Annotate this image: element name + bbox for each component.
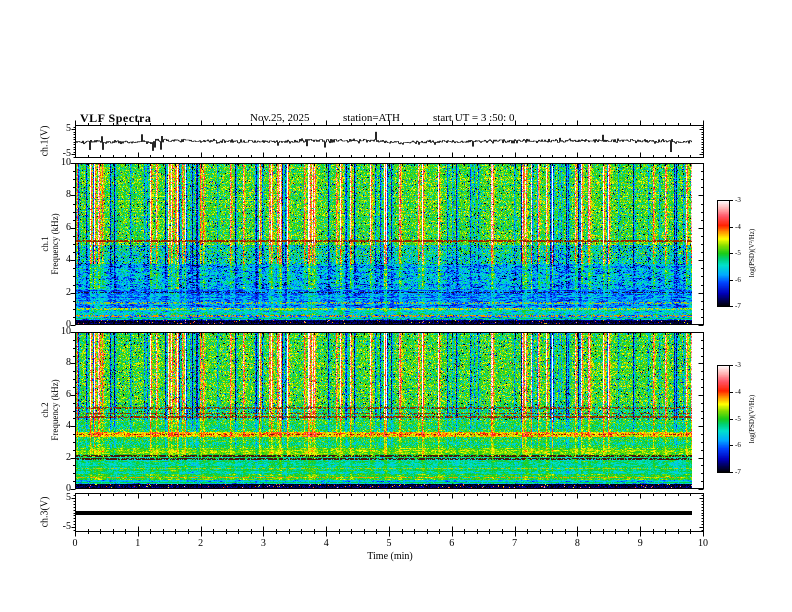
time-tick-label: 5 [386,538,392,549]
ch2-spec-frequency-label: Frequency (kHz) [50,379,60,441]
time-tick-label: 2 [198,538,204,549]
ch1-waveform-canvas [76,126,703,157]
colorbar2-tick-label: -5 [735,414,741,423]
ch3-waveform-canvas [76,494,692,531]
colorbar1-tick-label: -7 [735,302,741,310]
ch2-freq-tick-label: 0 [66,483,71,494]
colorbar2-tick-label: -3 [735,361,741,369]
time-tick-label: 8 [574,538,580,549]
colorbar1-tick-label: -5 [735,249,741,257]
ch1-wave-axis-label: ch.1(V) [39,125,51,157]
colorbar2-tick-label: -7 [735,468,741,476]
ch1-freq-tick-label: 8 [66,189,71,201]
time-tick-label: 7 [512,538,518,549]
time-tick-label: 3 [260,538,266,549]
start-ut-label: start UT = 3 :50: 0 [433,112,515,124]
ch2-spectrogram-canvas [76,333,692,488]
ch1-spectrogram-canvas [76,164,692,324]
ch2-freq-tick-label: 2 [66,451,71,463]
time-tick-label: 10 [698,538,708,549]
colorbar1-tick-label: -4 [735,222,741,231]
ch3-wave-axis-label: ch.3(V) [39,496,51,528]
colorbar2-tick-label: -4 [735,387,741,396]
colorbar1-tick-label: -3 [735,196,741,204]
time-tick-label: 9 [637,538,643,549]
vlf-spectra-plot: VLF Spectra Nov.25, 2025 station=ATH sta… [0,0,792,612]
ch2-spec-channel-label: ch.2 [40,402,50,418]
time-tick-label: 6 [449,538,455,549]
ch2-freq-tick-label: 10 [61,326,71,337]
time-tick-label: 1 [135,538,141,549]
colorbar1-psd-label: log(PSD)(V²/Hz) [748,228,756,278]
ch2-spec-axis-label: ch.2 Frequency (kHz) [40,379,60,440]
ch1-spec-axis-label: ch.1 Frequency (kHz) [40,213,60,274]
station-label: station=ATH [343,112,400,124]
colorbar1-tick-label: -6 [735,275,741,284]
colorbar2-tick-label: -6 [735,441,741,450]
ch1-freq-tick-label: 10 [61,157,71,168]
plot-date: Nov.25, 2025 [250,112,310,124]
time-tick-label: 4 [323,538,329,549]
ch1-freq-tick-label: 0 [66,319,71,330]
time-tick-label: 0 [72,538,78,549]
ch1-spec-frequency-label: Frequency (kHz) [50,213,60,275]
ch1-freq-tick-label: 2 [66,286,71,298]
time-axis-label: Time (min) [367,551,413,562]
plot-title: VLF Spectra [80,111,152,125]
ch2-freq-tick-label: 8 [66,357,71,369]
ch1-spec-channel-label: ch.1 [40,236,50,252]
colorbar2-psd-label: log(PSD)(V²/Hz) [748,394,756,444]
